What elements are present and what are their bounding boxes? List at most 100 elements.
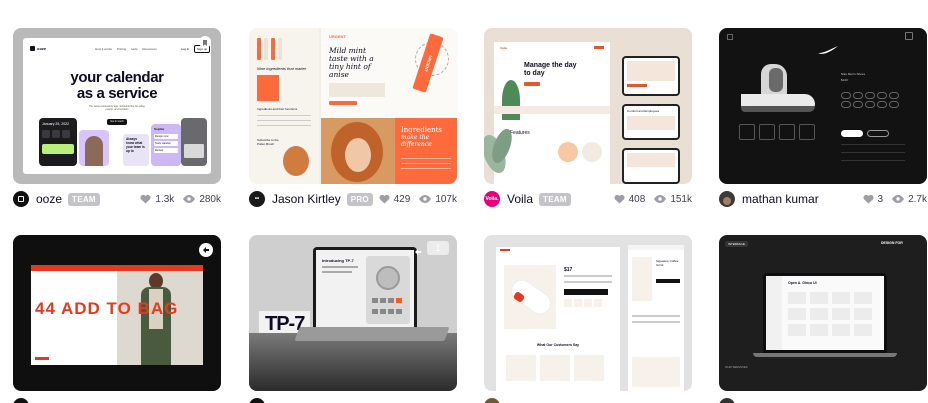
- thumb-left-panel: Nine ingredients that matter Ingredients…: [249, 28, 319, 184]
- thumb-sizes: [841, 92, 899, 108]
- author-name[interactable]: Jason Kirtley: [272, 192, 341, 206]
- likes-count: 429: [393, 193, 411, 205]
- thumb-section: What Our Customers Say: [536, 343, 580, 347]
- shot-stats: 429 107k: [379, 194, 457, 205]
- heart-icon[interactable]: [140, 194, 151, 204]
- ooze-logo: ooze: [30, 46, 46, 51]
- thumb-product-page-2: Signature Coffee Grind: [628, 245, 684, 391]
- thumb-portrait-small: [283, 146, 309, 176]
- shots-grid: ooze How it works Pricing Help Resources…: [13, 0, 928, 403]
- thumb-portrait: [321, 118, 395, 184]
- team-badge: TEAM: [68, 192, 100, 206]
- eye-icon: [654, 195, 667, 203]
- thumb-headline-line2: as a service: [76, 85, 158, 102]
- likes-count: 408: [628, 193, 646, 205]
- avatar[interactable]: Voila.: [484, 191, 500, 207]
- shot-thumbnail[interactable]: Introducing TP-7 TP-7 1: [249, 235, 457, 391]
- thumb-headline: Mild mint taste with a tiny hint of anis…: [329, 46, 374, 79]
- thumb-heading: DESIGN FOR: [881, 241, 903, 245]
- heart-icon[interactable]: [863, 194, 874, 204]
- avatar[interactable]: [719, 191, 735, 207]
- thumb-panel-title: Comfort and Employees: [627, 109, 660, 113]
- thumb-headline: Manage the day to day: [524, 62, 577, 77]
- author-name[interactable]: Voila: [507, 192, 533, 206]
- thumb-task: Team standup: [154, 141, 178, 146]
- thumb-headline: 44 ADD TO BAG: [35, 299, 179, 318]
- bag-icon: [905, 32, 913, 40]
- thumb-cta: Get in touch: [107, 119, 127, 125]
- heart-icon[interactable]: [614, 194, 625, 204]
- thumb-laptop-base: [753, 353, 897, 357]
- thumb-panel: [622, 148, 680, 184]
- shot-meta: mathan kumar 3 2.7k: [719, 188, 927, 210]
- thumb-panel: [622, 56, 680, 96]
- thumb-brand: Voila: [500, 46, 507, 50]
- views-count: 107k: [435, 193, 457, 205]
- thumb-tag: INTERFACE: [725, 241, 748, 247]
- views-count: 2.7k: [908, 193, 927, 205]
- thumb-shoe: [741, 64, 819, 116]
- pro-badge: PRO: [346, 192, 373, 206]
- views-count: 280k: [199, 193, 221, 205]
- author-name[interactable]: mathan kumar: [742, 192, 819, 206]
- eye-icon: [419, 195, 432, 203]
- views-count: 151k: [670, 193, 692, 205]
- thumb-quote-line2: make the difference: [401, 134, 432, 148]
- shot-thumbnail[interactable]: 44 ADD TO BAG: [13, 235, 221, 391]
- author-name[interactable]: ooze: [36, 192, 62, 206]
- cropped-meta-row: [13, 398, 928, 403]
- thumb-product: Nike Men's Shoes: [841, 72, 866, 76]
- thumb-sub-label: Subscribe to the Pollen Brush: [257, 138, 279, 146]
- thumb-product-info: Nike Men's Shoes $120: [841, 72, 901, 82]
- thumb-contact: Sophia: [154, 127, 165, 131]
- thumb-panel: Comfort and Employees: [622, 104, 680, 140]
- share-icon: [413, 243, 423, 261]
- avatar[interactable]: ••: [249, 191, 265, 207]
- thumb-quote: Ingredients make the difference: [395, 118, 457, 184]
- thumb-laptop-base: [294, 327, 450, 341]
- shot-thumbnail[interactable]: Nike Men's Shoes $120: [719, 28, 927, 184]
- thumb-laptop-photo: [181, 118, 207, 166]
- menu-icon: [727, 34, 733, 40]
- shot-stats: 408 151k: [614, 194, 692, 205]
- thumb-bottom: Ingredients make the difference: [321, 118, 457, 184]
- shot-meta: •• Jason Kirtley PRO 429 107k: [249, 188, 457, 210]
- thumb-gallery: [739, 124, 815, 140]
- thumb-screen-title: Open A. Ginco UI: [788, 281, 817, 285]
- thumb-photo-card: [79, 130, 109, 166]
- thumb-quote-line1: Ingredients: [401, 126, 443, 134]
- shot-thumbnail[interactable]: Voila Manage the day to day Features Com…: [484, 28, 692, 184]
- thumb-subtext: The same productivity app. Schedule like…: [88, 105, 146, 111]
- thumb-plant: [484, 126, 516, 184]
- avatar[interactable]: [13, 191, 29, 207]
- thumb-date: January 25, 2022: [42, 122, 70, 126]
- thumb-nav-item: Pricing: [117, 47, 127, 51]
- thumb-fav-btn: [867, 130, 889, 137]
- thumb-nav-item: How it works: [95, 47, 113, 51]
- thumb-nav-item: Help: [131, 47, 138, 51]
- thumb-task: Design sync: [154, 134, 178, 139]
- team-badge: TEAM: [539, 192, 571, 206]
- thumb-list-title: Ingredients and their functions: [257, 107, 298, 111]
- bookmark-icon[interactable]: [199, 36, 211, 48]
- shot-stats: 3 2.7k: [863, 194, 927, 205]
- thumb-tasks: Sophia Design sync Team standup Review: [151, 124, 181, 166]
- thumb-promo: Always know what your team is up to: [123, 134, 149, 166]
- bookmark-icon[interactable]: [199, 243, 213, 257]
- thumb-headline: your calendar as a service: [23, 70, 211, 102]
- shot-thumbnail[interactable]: Nine ingredients that matter Ingredients…: [249, 28, 457, 184]
- eye-icon: [892, 195, 905, 203]
- thumb-price: $17: [564, 267, 573, 273]
- thumb-product-page: $17 What Our Customers Say: [496, 247, 620, 391]
- likes-count: 3: [877, 193, 884, 205]
- thumb-webpage: ooze How it works Pricing Help Resources…: [23, 38, 211, 174]
- thumb-hero: URGENT Mild mint taste with a tiny hint …: [321, 28, 457, 118]
- heart-icon[interactable]: [379, 194, 390, 204]
- thumb-title: Introducing TP-7: [322, 258, 354, 263]
- shot-stats: 1.3k 280k: [140, 194, 221, 205]
- shot-thumbnail[interactable]: INTERFACE DESIGN FOR Open A. Ginco UI OU…: [719, 235, 927, 391]
- thumb-car-body: [249, 333, 457, 391]
- shot-thumbnail[interactable]: $17 What Our Customers Say Signature Cof…: [484, 235, 692, 391]
- thumb-headline-line1: your calendar: [70, 69, 164, 86]
- shot-thumbnail[interactable]: ooze How it works Pricing Help Resources…: [13, 28, 221, 184]
